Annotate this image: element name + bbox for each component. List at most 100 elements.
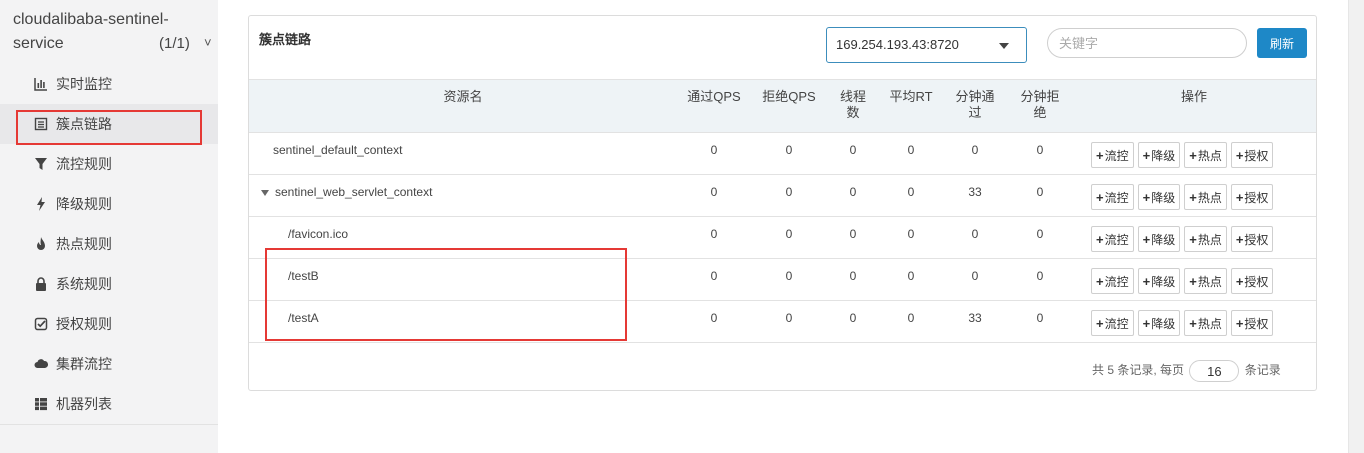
op-label: 流控 [1104, 148, 1129, 163]
add-hotspot-rule-button[interactable]: + 热点 [1184, 310, 1227, 336]
header-threads-line2: 数 [846, 105, 860, 120]
avg-rt: 0 [907, 227, 915, 241]
op-label: 降级 [1151, 148, 1176, 163]
plus-icon: + [1142, 273, 1151, 289]
filter-icon [34, 157, 48, 171]
sidebar: cloudalibaba-sentinel-service (1/1) ˅ 实时… [0, 0, 218, 453]
sidebar-item-degrade-rules[interactable]: 降级规则 [0, 184, 218, 224]
plus-icon: + [1235, 315, 1244, 331]
sidebar-item-label: 降级规则 [56, 196, 112, 212]
bar-chart-icon [34, 77, 48, 91]
op-label: 热点 [1197, 148, 1222, 163]
add-auth-rule-button[interactable]: + 授权 [1230, 226, 1274, 252]
add-auth-rule-button[interactable]: + 授权 [1230, 268, 1274, 294]
add-hotspot-rule-button[interactable]: + 热点 [1184, 226, 1227, 252]
pager-prefix: 共 5 条记录, 每页 [1092, 363, 1185, 377]
sidebar-item-cluster-flow[interactable]: 集群流控 [0, 344, 218, 384]
machine-select-value: 169.254.193.43:8720 [836, 37, 959, 52]
add-flow-rule-button[interactable]: + 流控 [1091, 268, 1134, 294]
page-size-input[interactable]: 16 [1189, 359, 1240, 382]
sidebar-item-hotspot-rules[interactable]: 热点规则 [0, 224, 218, 264]
app-selector[interactable]: cloudalibaba-sentinel-service (1/1) ˅ [13, 8, 213, 56]
op-label: 授权 [1244, 316, 1269, 331]
table-row: sentinel_default_context 0 0 0 0 0 0 + 流控… [249, 133, 1316, 175]
caret-down-icon[interactable] [261, 189, 269, 196]
add-degrade-rule-button[interactable]: + 降级 [1137, 142, 1181, 168]
resource-name-text: sentinel_web_servlet_context [275, 185, 433, 199]
add-degrade-rule-button[interactable]: + 降级 [1137, 268, 1181, 294]
plus-icon: + [1235, 189, 1244, 205]
add-flow-rule-button[interactable]: + 流控 [1091, 184, 1134, 210]
sidebar-item-label: 流控规则 [56, 156, 112, 172]
thread-count: 0 [849, 269, 857, 283]
resource-name: /favicon.ico [288, 227, 349, 241]
chevron-down-icon[interactable]: ˅ [204, 31, 212, 55]
keyword-search-input[interactable] [1047, 28, 1247, 58]
plus-icon: + [1235, 273, 1244, 289]
resource-name[interactable]: sentinel_web_servlet_context [261, 185, 432, 199]
machine-select[interactable]: 169.254.193.43:8720 [826, 27, 1027, 63]
op-label: 流控 [1104, 190, 1129, 205]
sidebar-item-system-rules[interactable]: 系统规则 [0, 264, 218, 304]
add-hotspot-rule-button[interactable]: + 热点 [1184, 268, 1227, 294]
op-label: 降级 [1151, 190, 1176, 205]
add-degrade-rule-button[interactable]: + 降级 [1137, 310, 1181, 336]
row-operations: + 流控 + 降级 + 热点 + 授权 [1091, 310, 1274, 336]
header-minute-pass-line2: 过 [968, 105, 982, 120]
op-label: 流控 [1104, 316, 1129, 331]
annotation-box-rows [265, 248, 627, 341]
row-operations: + 流控 + 降级 + 热点 + 授权 [1091, 184, 1274, 210]
row-operations: + 流控 + 降级 + 热点 + 授权 [1091, 226, 1274, 252]
sidebar-item-auth-rules[interactable]: 授权规则 [0, 304, 218, 344]
add-auth-rule-button[interactable]: + 授权 [1230, 184, 1274, 210]
header-block-qps: 拒绝QPS [762, 89, 816, 104]
minute-pass: 0 [971, 269, 979, 283]
add-degrade-rule-button[interactable]: + 降级 [1137, 184, 1181, 210]
add-hotspot-rule-button[interactable]: + 热点 [1184, 142, 1227, 168]
add-degrade-rule-button[interactable]: + 降级 [1137, 226, 1181, 252]
sidebar-item-flow-rules[interactable]: 流控规则 [0, 144, 218, 184]
sidebar-item-label: 实时监控 [56, 76, 112, 92]
table-row: sentinel_web_servlet_context 0 0 0 0 33 … [249, 175, 1316, 217]
add-hotspot-rule-button[interactable]: + 热点 [1184, 184, 1227, 210]
add-auth-rule-button[interactable]: + 授权 [1230, 142, 1274, 168]
add-flow-rule-button[interactable]: + 流控 [1091, 226, 1134, 252]
header-threads-line1: 线程 [839, 89, 866, 104]
refresh-button[interactable]: 刷新 [1257, 28, 1307, 58]
header-minute-block-line1: 分钟拒 [1020, 89, 1060, 104]
plus-icon: + [1096, 231, 1104, 247]
op-label: 流控 [1104, 232, 1129, 247]
sidebar-item-realtime-monitor[interactable]: 实时监控 [0, 64, 218, 104]
op-label: 授权 [1244, 232, 1269, 247]
thread-count: 0 [849, 143, 857, 157]
pass-qps: 0 [710, 311, 718, 325]
plus-icon: + [1142, 147, 1151, 163]
header-minute-pass-line1: 分钟通 [955, 89, 995, 104]
plus-icon: + [1189, 147, 1197, 163]
caret-down-icon [999, 43, 1009, 49]
header-pass-qps: 通过QPS [687, 89, 741, 104]
plus-icon: + [1189, 189, 1197, 205]
sidebar-item-label: 热点规则 [56, 236, 112, 252]
plus-icon: + [1096, 147, 1104, 163]
op-label: 热点 [1197, 232, 1222, 247]
op-label: 降级 [1151, 232, 1176, 247]
pager-suffix: 条记录 [1244, 363, 1281, 377]
vertical-scrollbar[interactable] [1348, 0, 1364, 453]
plus-icon: + [1096, 273, 1104, 289]
plus-icon: + [1142, 189, 1151, 205]
th-list-icon [34, 397, 48, 411]
header-resource-name: 资源名 [443, 89, 483, 104]
pass-qps: 0 [710, 269, 718, 283]
plus-icon: + [1096, 189, 1104, 205]
add-flow-rule-button[interactable]: + 流控 [1091, 310, 1134, 336]
add-auth-rule-button[interactable]: + 授权 [1230, 310, 1274, 336]
header-avg-rt: 平均RT [889, 89, 933, 104]
plus-icon: + [1189, 315, 1197, 331]
add-flow-rule-button[interactable]: + 流控 [1091, 142, 1134, 168]
block-qps: 0 [785, 269, 793, 283]
sidebar-item-machine-list[interactable]: 机器列表 [0, 384, 218, 424]
minute-block: 0 [1036, 269, 1044, 283]
row-operations: + 流控 + 降级 + 热点 + 授权 [1091, 142, 1274, 168]
minute-block: 0 [1036, 185, 1044, 199]
